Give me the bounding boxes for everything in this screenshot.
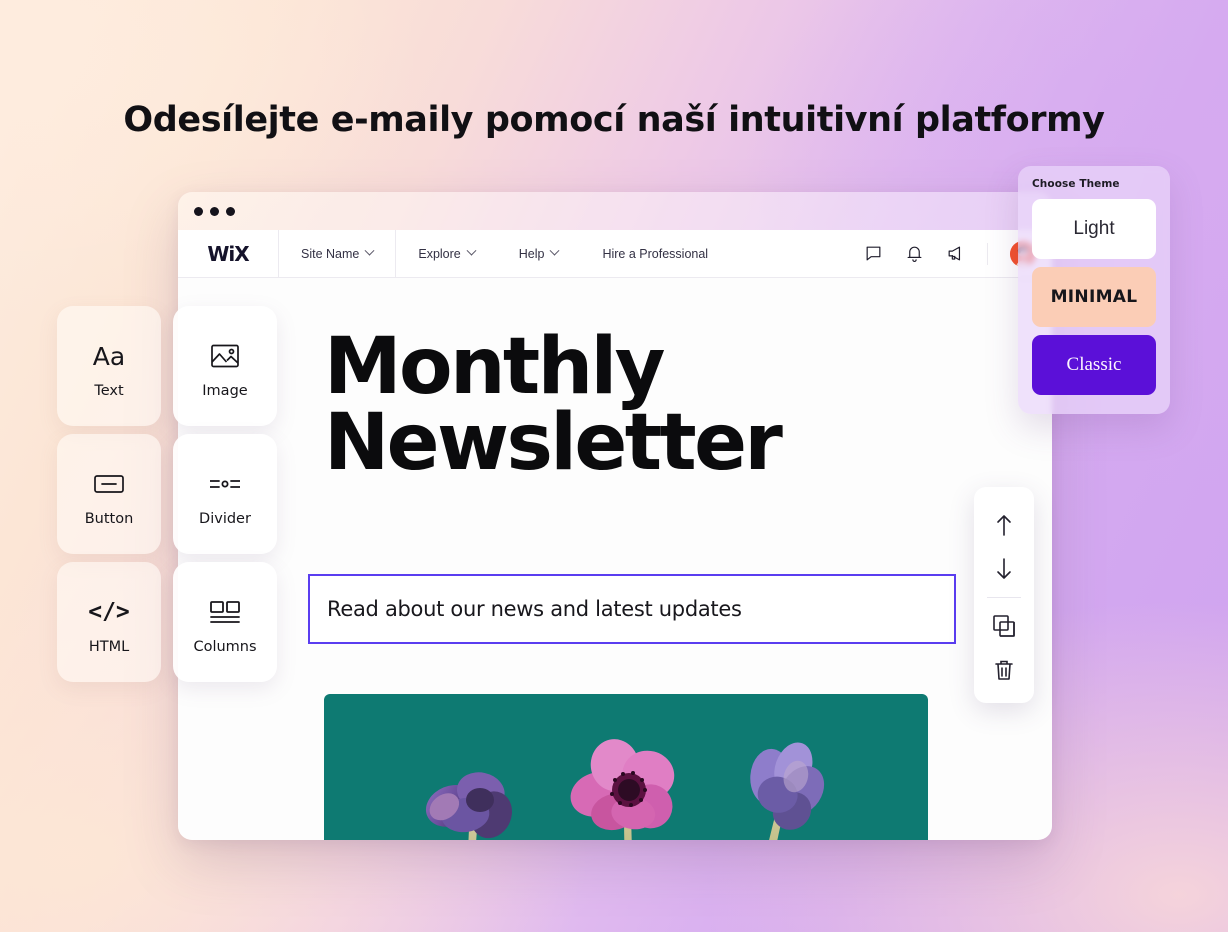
- move-down-button[interactable]: [974, 547, 1034, 591]
- delete-button[interactable]: [974, 648, 1034, 692]
- selected-text-value: Read about our news and latest updates: [327, 597, 742, 621]
- nav-item-help[interactable]: Help: [497, 230, 581, 277]
- nav-label: Help: [518, 246, 545, 261]
- tool-card-image[interactable]: Image: [173, 306, 277, 426]
- theme-option-minimal[interactable]: MINIMAL: [1032, 267, 1156, 327]
- editor-window: WiX Site Name Explore Help Hire a Profes…: [178, 192, 1052, 840]
- theme-option-label: Classic: [1066, 354, 1122, 375]
- megaphone-icon[interactable]: [946, 244, 965, 263]
- tool-card-columns[interactable]: Columns: [173, 562, 277, 682]
- columns-icon: [210, 589, 240, 635]
- tool-card-text[interactable]: Aa Text: [57, 306, 161, 426]
- nav-label: Site Name: [301, 246, 360, 261]
- selected-text-block[interactable]: Read about our news and latest updates: [308, 574, 956, 644]
- tool-card-label: Text: [94, 383, 124, 399]
- window-dot-minimize[interactable]: [210, 206, 219, 216]
- theme-option-label: MINIMAL: [1050, 287, 1138, 307]
- element-action-toolbar: [974, 487, 1034, 703]
- nav-item-site-name[interactable]: Site Name: [279, 230, 395, 277]
- window-dot-close[interactable]: [194, 206, 203, 216]
- tool-card-label: Button: [84, 511, 134, 527]
- move-up-button[interactable]: [974, 503, 1034, 547]
- window-dot-maximize[interactable]: [226, 206, 235, 216]
- tool-card-label: Divider: [199, 511, 251, 527]
- theme-option-label: Light: [1073, 218, 1115, 239]
- nav-label: Hire a Professional: [602, 246, 709, 261]
- tool-card-label: HTML: [88, 639, 130, 655]
- hero-image[interactable]: [324, 694, 928, 840]
- bell-icon[interactable]: [905, 244, 924, 263]
- button-icon: [94, 461, 124, 507]
- newsletter-title-line2: Newsletter: [324, 397, 783, 488]
- tool-card-label: Image: [202, 383, 248, 399]
- chevron-down-icon: [550, 245, 560, 256]
- nav-item-hire-a-professional[interactable]: Hire a Professional: [580, 230, 730, 277]
- chat-bubble-icon[interactable]: [864, 244, 883, 263]
- chevron-down-icon: [466, 245, 477, 256]
- theme-option-classic[interactable]: Classic: [1032, 335, 1156, 395]
- image-icon: [211, 333, 239, 379]
- page-title: Odesílejte e-maily pomocí naší intuitivn…: [123, 100, 1105, 140]
- text-aa-icon: Aa: [92, 341, 126, 371]
- nav-label: Explore: [418, 246, 461, 261]
- theme-panel-title: Choose Theme: [1032, 178, 1120, 190]
- window-titlebar: [178, 192, 1052, 230]
- divider-icon: [210, 461, 240, 507]
- theme-panel: Choose Theme Light MINIMAL Classic: [1018, 166, 1170, 414]
- tool-card-label: Columns: [193, 639, 257, 655]
- tool-card-button[interactable]: Button: [57, 434, 161, 554]
- theme-option-light[interactable]: Light: [1032, 199, 1156, 259]
- toolbar-left-column: Aa Text Button </> HTML: [57, 306, 161, 690]
- toolbar-divider: [987, 597, 1021, 598]
- tool-card-divider[interactable]: Divider: [173, 434, 277, 554]
- newsletter-title-line1: Monthly: [324, 322, 666, 412]
- toolbar-right-column: Image Divider Columns: [173, 306, 277, 690]
- nav-item-explore[interactable]: Explore: [396, 230, 496, 277]
- wix-logo[interactable]: WiX: [178, 230, 278, 277]
- tool-card-html[interactable]: </> HTML: [57, 562, 161, 682]
- editor-canvas: Monthly Newsletter Read about our news a…: [178, 278, 1052, 840]
- chevron-down-icon: [364, 245, 375, 256]
- html-code-icon: </>: [88, 599, 130, 625]
- nav-divider: [987, 242, 988, 265]
- duplicate-button[interactable]: [974, 604, 1034, 648]
- editor-navbar: WiX Site Name Explore Help Hire a Profes…: [178, 230, 1052, 278]
- newsletter-title[interactable]: Monthly Newsletter: [324, 322, 783, 488]
